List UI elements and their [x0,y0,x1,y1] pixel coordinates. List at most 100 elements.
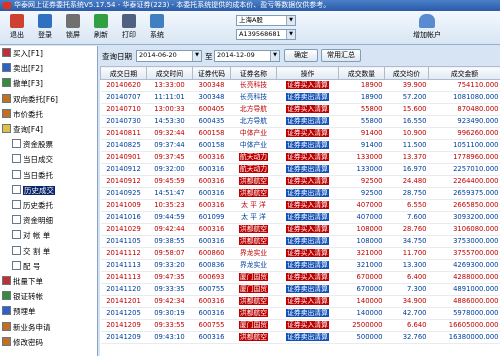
table-row[interactable]: 20141112 09:58:07 600860 界龙实业 证券买入清算 321000 11… [100,247,500,260]
sidebar-item-8[interactable]: 当日委托 [12,169,53,182]
window-titlebar: 华泰网上证券委托系统V5.17.54 - 华泰证券(223) - 本委托系统提供… [0,0,500,11]
table-row[interactable]: 20141120 09:33:35 600755 厦门国贸 证券卖出清算 670000 7.… [100,283,500,296]
exit-icon [10,14,24,28]
table-cell: 证券卖出清算 [276,187,339,200]
sidebar-item-15[interactable]: 批量下单 [2,276,43,288]
table-cell: 92500 [338,175,385,188]
sidebar-item-14[interactable]: 配 号 [12,260,40,273]
operation-label: 证券买入清算 [286,105,329,113]
security-name: 厦门国贸 [238,273,269,281]
sidebar-item-label: 历史委托 [23,201,53,210]
table-header-row: 成交日期 成交时间 证券代码 证券名称 操作 成交数量 成交均价 成交金额 [100,66,500,80]
table-row[interactable]: 20140811 09:32:44 600158 中体产业 证券买入清算 91400 10.… [100,127,500,140]
table-cell: 洪都航空 [230,295,277,308]
toolbar-button-refresh[interactable]: 刷新 [88,13,114,43]
sidebar-item-7[interactable]: 当日成交 [12,154,53,166]
sidebar-item-2[interactable]: 撤单[F3] [2,78,43,90]
table-cell: 证券买入清算 [276,199,339,212]
operation-label: 证券卖出清算 [286,261,329,269]
table-cell: 界龙实业 [230,247,277,260]
sidebar-item-17[interactable]: 预埋单 [2,306,36,318]
table-cell: 600755 [192,319,231,332]
table-row[interactable]: 20140925 14:51:47 600316 洪都航空 证券卖出清算 92500 28.… [100,187,500,200]
sidebar-item-9[interactable]: 历史成交 [12,184,55,197]
sidebar-item-label: 批量下单 [13,277,43,286]
column-header[interactable]: 操作 [276,66,339,80]
table-row[interactable]: 20141016 09:44:59 601099 太 平 洋 证券卖出清算 407000 7… [100,211,500,224]
toolbar-button-gear[interactable]: 系统 [144,13,170,43]
sidebar-item-3[interactable]: 双向委托[F6] [2,93,58,106]
toolbar-button-print[interactable]: 打印 [116,13,142,43]
table-cell: 09:30:19 [146,307,193,320]
table-cell: 10.900 [384,127,429,140]
table-cell: 长亮科技 [230,91,277,104]
login-icon [38,14,52,28]
table-cell: 09:43:10 [146,331,193,344]
table-row[interactable]: 20140730 14:53:30 600435 北方导航 证券卖出清算 55800 16.… [100,115,500,128]
operation-label: 证券买入清算 [286,177,329,185]
table-row[interactable]: 20141209 09:33:55 600755 厦门国贸 证券买入清算 2500000 6… [100,319,500,332]
sidebar-item-10[interactable]: 历史委托 [12,200,53,212]
add-account-button[interactable]: 增加帐户 [400,14,454,44]
table-cell: 09:37:44 [146,139,193,152]
table-row[interactable]: 20140912 09:45:59 600316 洪都航空 证券买入清算 92500 24.… [100,175,500,188]
toolbar-button-lock[interactable]: 锁屏 [60,13,86,43]
sidebar-item-4[interactable]: 市价委托 [2,108,43,121]
table-cell: 600316 [192,235,231,248]
table-cell: 670000 [338,283,385,296]
sidebar-item-12[interactable]: 对 帐 单 [12,230,50,242]
table-row[interactable]: 20140901 09:37:45 600316 航天动力 证券买入清算 133000 13… [100,151,500,164]
security-name: 北方导航 [239,117,268,125]
summary-button[interactable]: 常用汇总 [321,49,361,62]
column-header[interactable]: 证券代码 [192,66,231,80]
table-row[interactable]: 20141209 09:43:10 600316 洪都航空 证券卖出清算 500000 32… [100,331,500,344]
operation-label: 证券买入清算 [286,153,329,161]
table-row[interactable]: 20140825 09:37:44 600158 中体产业 证券卖出清算 91400 11.… [100,139,500,152]
start-date-picker[interactable]: 2014-06-20 ▼ [136,50,202,62]
column-header[interactable]: 证券名称 [230,66,277,80]
account-select[interactable]: A139568681 ▼ [236,29,296,40]
sidebar-item-0[interactable]: 买入[F1] [2,48,43,60]
table-row[interactable]: 20140710 13:00:33 600405 北方导航 证券买入清算 55800 15.… [100,103,500,116]
sidebar-item-11[interactable]: 资金明细 [12,215,53,227]
column-header[interactable]: 成交均价 [384,66,429,80]
market-select[interactable]: 上海A股 ▼ [236,15,296,26]
table-row[interactable]: 20141113 09:47:35 600693 厦门国贸 证券买入清算 670000 6.… [100,271,500,284]
table-cell: 18900 [338,79,385,92]
sidebar-item-18[interactable]: 新业务申请 [2,321,51,334]
toolbar-button-login[interactable]: 登录 [32,13,58,43]
table-row[interactable]: 20141029 09:42:44 600316 洪都航空 证券买入清算 108000 28… [100,223,500,236]
sidebar-item-16[interactable]: 银证转帐 [2,291,43,303]
toolbar-button-exit[interactable]: 退出 [4,13,30,43]
table-row[interactable]: 20141113 09:33:20 600836 界龙实业 证券卖出清算 321000 13… [100,259,500,272]
sidebar-item-19[interactable]: 修改密码 [2,336,43,349]
table-row[interactable]: 20140912 09:32:00 600316 航天动力 证券卖出清算 133000 16… [100,163,500,176]
sidebar-item-label: 历史成交 [23,185,55,195]
column-header[interactable]: 成交数量 [338,66,385,80]
table-cell: 600316 [192,175,231,188]
sidebar-item-13[interactable]: 交 割 单 [12,245,50,258]
column-header[interactable]: 成交时间 [146,66,193,80]
sidebar-item-5[interactable]: 查询[F4] [2,124,43,136]
security-name: 长亮科技 [239,93,268,101]
sidebar-item-6[interactable]: 资金股票 [12,139,53,151]
sell-icon [2,63,11,73]
operation-label: 证券买入清算 [286,81,329,89]
toolbar-button-label: 刷新 [94,31,108,39]
table-cell: 600316 [192,295,231,308]
column-header[interactable]: 成交金额 [428,66,500,80]
table-row[interactable]: 20141201 09:42:34 600316 洪都航空 证券买入清算 140000 34… [100,295,500,308]
column-header[interactable]: 成交日期 [100,66,147,80]
table-row[interactable]: 20141205 09:30:19 600316 洪都航空 证券卖出清算 140000 42… [100,307,500,320]
table-cell: 20141209 [100,319,147,332]
confirm-button[interactable]: 确定 [284,49,318,62]
sidebar-item-label: 资金股票 [23,140,53,150]
table-row[interactable]: 20141009 10:35:23 600316 太 平 洋 证券买入清算 407000 6… [100,199,500,212]
table-row[interactable]: 20141105 09:38:55 600316 洪都航空 证券卖出清算 108000 34… [100,235,500,248]
table-row[interactable]: 20140620 13:33:00 300348 长亮科技 证券买入清算 18900 39.… [100,79,500,92]
table-cell: 600316 [192,187,231,200]
table-row[interactable]: 20140707 11:11:01 300348 长亮科技 证券卖出清算 18900 57.… [100,91,500,104]
end-date-picker[interactable]: 2014-12-09 ▼ [214,50,280,62]
table-cell: 09:45:59 [146,175,193,188]
sidebar-item-1[interactable]: 卖出[F2] [2,63,43,75]
